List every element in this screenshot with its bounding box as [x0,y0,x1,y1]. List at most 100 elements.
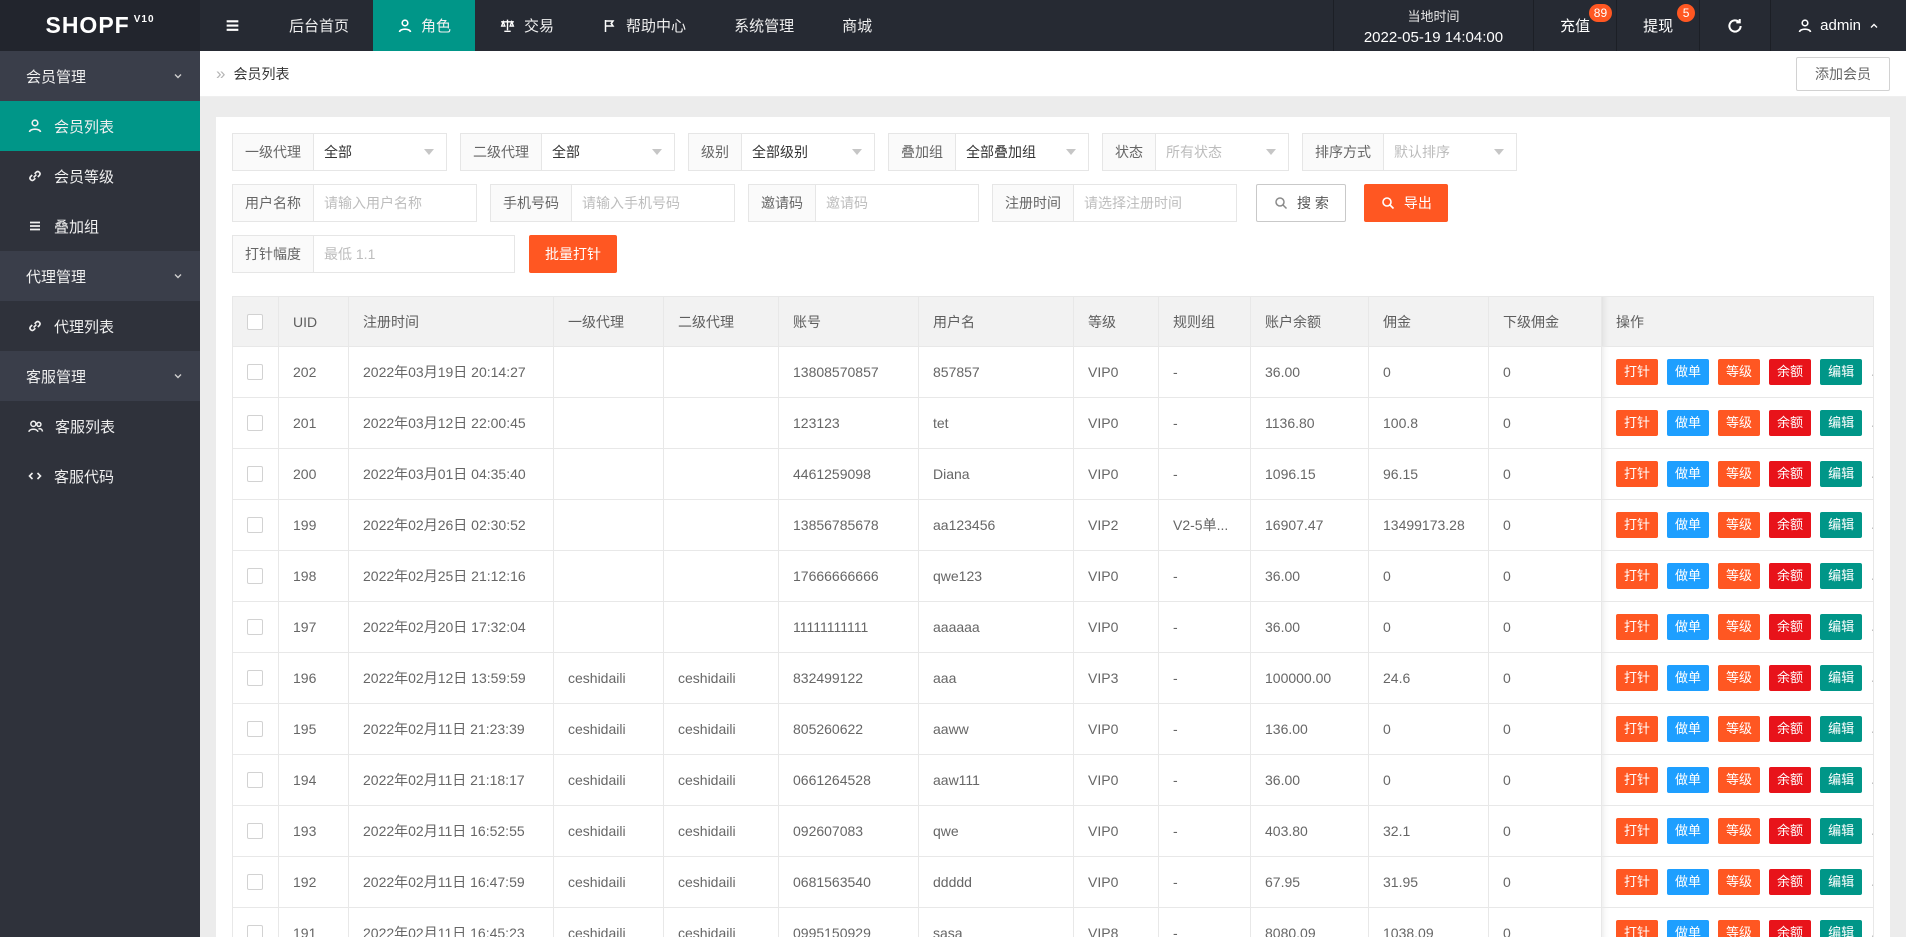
refresh-button[interactable] [1699,0,1770,51]
action-order-button[interactable]: 做单 [1667,512,1710,538]
action-edit-button[interactable]: 编辑 [1820,716,1863,742]
row-checkbox[interactable] [247,364,263,380]
row-checkbox[interactable] [247,721,263,737]
filter-select-status[interactable]: 状态 所有状态 [1102,133,1289,171]
action-balance-button[interactable]: 余额 [1769,767,1812,793]
username-input[interactable] [314,185,476,221]
filter-select-level[interactable]: 级别 全部级别 [688,133,875,171]
action-edit-button[interactable]: 编辑 [1820,869,1863,895]
more-actions[interactable]: ... [1871,771,1872,787]
action-level-button[interactable]: 等级 [1718,410,1761,436]
row-checkbox[interactable] [247,619,263,635]
sidebar-item-member-level[interactable]: 会员等级 [0,151,200,201]
sidebar-item-member-list[interactable]: 会员列表 [0,101,200,151]
action-order-button[interactable]: 做单 [1667,716,1710,742]
search-button[interactable]: 搜 索 [1256,184,1346,222]
action-inject-button[interactable]: 打针 [1616,410,1659,436]
more-actions[interactable]: ... [1871,465,1872,481]
action-balance-button[interactable]: 余额 [1769,512,1812,538]
action-inject-button[interactable]: 打针 [1616,818,1659,844]
filter-select-overlay-group[interactable]: 叠加组 全部叠加组 [888,133,1089,171]
action-edit-button[interactable]: 编辑 [1820,614,1863,640]
add-member-button[interactable]: 添加会员 [1796,56,1890,91]
action-inject-button[interactable]: 打针 [1616,461,1659,487]
filter-select-first-agent[interactable]: 一级代理 全部 [232,133,447,171]
action-order-button[interactable]: 做单 [1667,410,1710,436]
action-order-button[interactable]: 做单 [1667,665,1710,691]
recharge-button[interactable]: 充值 89 [1533,0,1616,51]
action-inject-button[interactable]: 打针 [1616,716,1659,742]
more-actions[interactable]: ... [1871,516,1872,532]
more-actions[interactable]: ... [1871,720,1872,736]
action-balance-button[interactable]: 余额 [1769,716,1812,742]
register-time-input[interactable] [1074,185,1236,221]
filter-select-second-agent[interactable]: 二级代理 全部 [460,133,675,171]
action-order-button[interactable]: 做单 [1667,818,1710,844]
sidebar-item-service-management[interactable]: 客服管理 [0,351,200,401]
action-level-button[interactable]: 等级 [1718,869,1761,895]
action-level-button[interactable]: 等级 [1718,665,1761,691]
action-balance-button[interactable]: 余额 [1769,614,1812,640]
action-inject-button[interactable]: 打针 [1616,563,1659,589]
top-menu-item-trade[interactable]: 交易 [475,0,578,51]
row-checkbox[interactable] [247,925,263,937]
action-order-button[interactable]: 做单 [1667,869,1710,895]
action-level-button[interactable]: 等级 [1718,767,1761,793]
sidebar-toggle-button[interactable] [200,0,265,51]
action-balance-button[interactable]: 余额 [1769,359,1812,385]
action-edit-button[interactable]: 编辑 [1820,563,1863,589]
action-level-button[interactable]: 等级 [1718,461,1761,487]
action-edit-button[interactable]: 编辑 [1820,410,1863,436]
action-order-button[interactable]: 做单 [1667,461,1710,487]
action-level-button[interactable]: 等级 [1718,563,1761,589]
action-inject-button[interactable]: 打针 [1616,359,1659,385]
top-menu-item-help-center[interactable]: 帮助中心 [578,0,710,51]
more-actions[interactable]: ... [1871,822,1872,838]
batch-inject-button[interactable]: 批量打针 [529,235,617,273]
action-balance-button[interactable]: 余额 [1769,410,1812,436]
more-actions[interactable]: ... [1871,618,1872,634]
action-edit-button[interactable]: 编辑 [1820,461,1863,487]
sidebar-item-member-management[interactable]: 会员管理 [0,51,200,101]
action-order-button[interactable]: 做单 [1667,359,1710,385]
action-balance-button[interactable]: 余额 [1769,563,1812,589]
row-checkbox[interactable] [247,517,263,533]
action-balance-button[interactable]: 余额 [1769,818,1812,844]
sidebar-item-agent-management[interactable]: 代理管理 [0,251,200,301]
row-checkbox[interactable] [247,874,263,890]
action-level-button[interactable]: 等级 [1718,614,1761,640]
action-order-button[interactable]: 做单 [1667,563,1710,589]
action-inject-button[interactable]: 打针 [1616,512,1659,538]
more-actions[interactable]: ... [1871,567,1872,583]
withdraw-button[interactable]: 提现 5 [1616,0,1699,51]
action-edit-button[interactable]: 编辑 [1820,767,1863,793]
top-menu-item-system[interactable]: 系统管理 [710,0,818,51]
sidebar-item-agent-list[interactable]: 代理列表 [0,301,200,351]
more-actions[interactable]: ... [1871,414,1872,430]
action-order-button[interactable]: 做单 [1667,767,1710,793]
top-menu-item-home[interactable]: 后台首页 [265,0,373,51]
action-level-button[interactable]: 等级 [1718,920,1761,937]
sidebar-item-service-list[interactable]: 客服列表 [0,401,200,451]
action-inject-button[interactable]: 打针 [1616,767,1659,793]
row-checkbox[interactable] [247,772,263,788]
action-level-button[interactable]: 等级 [1718,818,1761,844]
export-button[interactable]: 导出 [1363,184,1448,222]
action-level-button[interactable]: 等级 [1718,716,1761,742]
more-actions[interactable]: ... [1871,363,1872,379]
action-order-button[interactable]: 做单 [1667,920,1710,937]
action-balance-button[interactable]: 余额 [1769,869,1812,895]
action-inject-button[interactable]: 打针 [1616,869,1659,895]
user-menu[interactable]: admin [1770,0,1906,51]
inject-range-input[interactable] [314,236,514,272]
action-inject-button[interactable]: 打针 [1616,665,1659,691]
row-checkbox[interactable] [247,568,263,584]
action-balance-button[interactable]: 余额 [1769,665,1812,691]
invite-code-input[interactable] [816,185,978,221]
select-all-checkbox[interactable] [247,313,263,330]
more-actions[interactable]: ... [1871,924,1872,937]
action-inject-button[interactable]: 打针 [1616,614,1659,640]
action-edit-button[interactable]: 编辑 [1820,665,1863,691]
action-balance-button[interactable]: 余额 [1769,461,1812,487]
action-edit-button[interactable]: 编辑 [1820,920,1863,937]
